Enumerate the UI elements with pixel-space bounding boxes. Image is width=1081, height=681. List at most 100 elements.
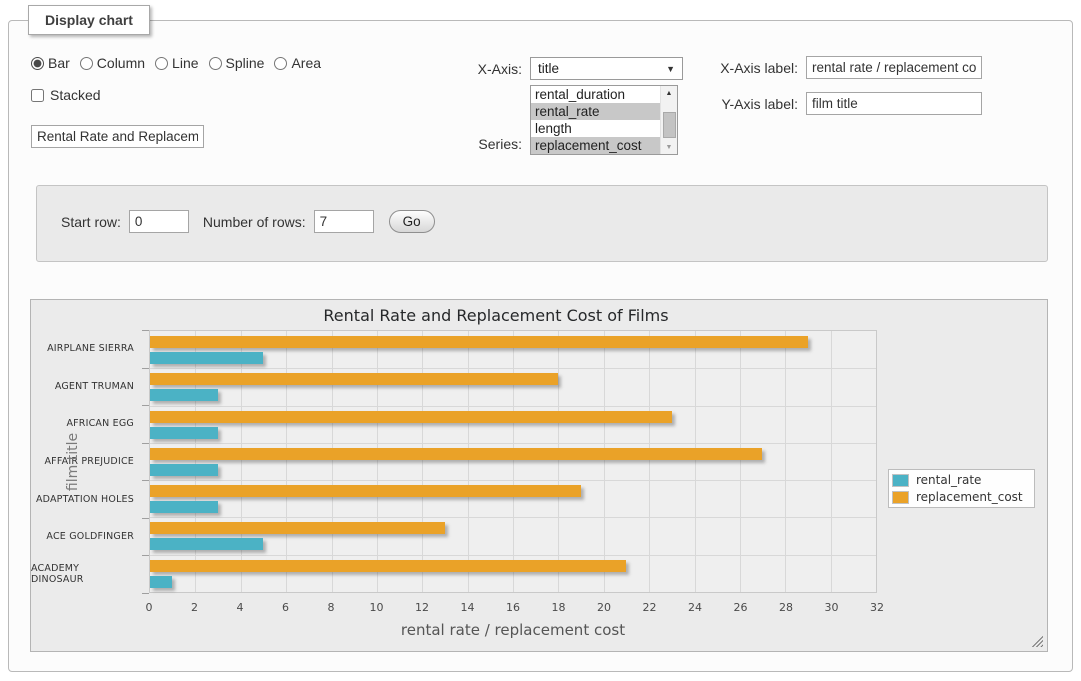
x-tick-label: 30 [825, 601, 839, 614]
radio-label: Column [97, 55, 145, 71]
x-axis-row: X-Axis: title ▼ [452, 57, 683, 80]
scroll-down-icon[interactable]: ▼ [661, 140, 677, 154]
bar-rental_rate [150, 352, 263, 364]
x-axis-select[interactable]: title ▼ [530, 57, 683, 80]
panel-title: Display chart [28, 5, 150, 35]
x-axis-select-value: title [538, 61, 559, 76]
radio-area[interactable] [274, 57, 287, 70]
stacked-option[interactable]: Stacked [31, 87, 101, 103]
y-axis-label-input[interactable] [806, 92, 982, 115]
chart-type-spline[interactable]: Spline [209, 55, 265, 71]
bar-group-adaptation-holes [150, 480, 876, 517]
category-label: ACADEMY DINOSAUR [31, 555, 141, 593]
series-scrollbar[interactable]: ▲ ▼ [660, 86, 677, 154]
go-button[interactable]: Go [389, 210, 435, 233]
row-range-panel: Start row: Number of rows: Go [36, 185, 1048, 262]
x-tick-label: 10 [370, 601, 384, 614]
x-tick-label: 24 [688, 601, 702, 614]
radio-column[interactable] [80, 57, 93, 70]
axis-tick [142, 518, 149, 519]
series-option-rental_duration[interactable]: rental_duration [531, 86, 662, 103]
radio-bar[interactable] [31, 57, 44, 70]
chart-type-area[interactable]: Area [274, 55, 321, 71]
bar-rental_rate [150, 501, 218, 513]
series-row: Series: rental_durationrental_ratelength… [452, 85, 678, 155]
category-label: AFRICAN EGG [31, 405, 141, 443]
category-axis: AIRPLANE SIERRAAGENT TRUMANAFRICAN EGGAF… [31, 330, 141, 593]
bar-replacement_cost [150, 485, 581, 497]
bar-group-ace-goldfinger [150, 517, 876, 554]
stacked-checkbox[interactable] [31, 89, 44, 102]
value-axis: 02468101214161820222426283032 [149, 601, 877, 615]
scroll-up-icon[interactable]: ▲ [661, 86, 677, 100]
scrollbar-thumb[interactable] [663, 112, 676, 138]
radio-label: Spline [226, 55, 265, 71]
x-tick-label: 6 [282, 601, 289, 614]
category-label: AFFAIR PREJUDICE [31, 443, 141, 481]
x-tick-label: 14 [461, 601, 475, 614]
stacked-label: Stacked [50, 87, 101, 103]
bar-group-african-egg [150, 406, 876, 443]
axis-tick [142, 593, 149, 594]
axis-tick [142, 443, 149, 444]
category-label: AIRPLANE SIERRA [31, 330, 141, 368]
bar-rental_rate [150, 389, 218, 401]
legend-label: replacement_cost [916, 490, 1023, 504]
x-axis-label-row: X-Axis label: [714, 56, 982, 79]
series-option-length[interactable]: length [531, 120, 662, 137]
chevron-down-icon: ▼ [666, 64, 675, 74]
num-rows-label: Number of rows: [203, 214, 306, 230]
x-tick-label: 8 [328, 601, 335, 614]
legend-label: rental_rate [916, 473, 981, 487]
chart-type-bar[interactable]: Bar [31, 55, 70, 71]
x-tick-label: 28 [779, 601, 793, 614]
axis-tick [142, 555, 149, 556]
bar-group-academy-dinosaur [150, 555, 876, 592]
axis-tick [142, 368, 149, 369]
start-row-input[interactable] [129, 210, 189, 233]
bar-rental_rate [150, 427, 218, 439]
x-tick-label: 26 [734, 601, 748, 614]
series-option-replacement_cost[interactable]: replacement_cost [531, 137, 662, 154]
y-axis-label-row: Y-Axis label: [714, 92, 982, 115]
bar-rental_rate [150, 576, 172, 588]
series-options: rental_durationrental_ratelengthreplacem… [531, 86, 677, 154]
axis-tick [142, 480, 149, 481]
series-listbox[interactable]: rental_durationrental_ratelengthreplacem… [530, 85, 678, 155]
x-tick-label: 32 [870, 601, 884, 614]
legend-item-replacement_cost: replacement_cost [892, 490, 1031, 504]
legend-swatch [892, 474, 909, 487]
bar-replacement_cost [150, 448, 762, 460]
chart-title-input[interactable] [31, 125, 204, 148]
series-option-rental_rate[interactable]: rental_rate [531, 103, 662, 120]
radio-label: Area [291, 55, 321, 71]
x-tick-label: 2 [191, 601, 198, 614]
x-axis-label-caption: X-Axis label: [714, 60, 798, 76]
page: Display chart Bar Column Line Spline Area St… [0, 0, 1081, 681]
row-range-controls: Start row: Number of rows: Go [61, 210, 435, 233]
bar-group-airplane-sierra [150, 331, 876, 368]
num-rows-input[interactable] [314, 210, 374, 233]
x-tick-label: 20 [597, 601, 611, 614]
plot-area [149, 330, 877, 593]
legend-swatch [892, 491, 909, 504]
x-axis-label-input[interactable] [806, 56, 982, 79]
bar-replacement_cost [150, 522, 445, 534]
category-label: ACE GOLDFINGER [31, 518, 141, 556]
y-axis-label-caption: Y-Axis label: [714, 96, 798, 112]
x-tick-label: 22 [643, 601, 657, 614]
x-tick-label: 12 [415, 601, 429, 614]
bar-replacement_cost [150, 560, 626, 572]
chart-type-column[interactable]: Column [80, 55, 145, 71]
bar-group-affair-prejudice [150, 443, 876, 480]
resize-grip-icon[interactable] [1031, 635, 1043, 647]
chart-type-group: Bar Column Line Spline Area [31, 55, 321, 71]
radio-spline[interactable] [209, 57, 222, 70]
chart-legend: rental_rate replacement_cost [888, 469, 1035, 508]
radio-line[interactable] [155, 57, 168, 70]
chart-type-line[interactable]: Line [155, 55, 198, 71]
y-axis-title: film title [65, 392, 81, 532]
bar-rental_rate [150, 538, 263, 550]
bar-replacement_cost [150, 373, 558, 385]
axis-tick [142, 330, 149, 331]
